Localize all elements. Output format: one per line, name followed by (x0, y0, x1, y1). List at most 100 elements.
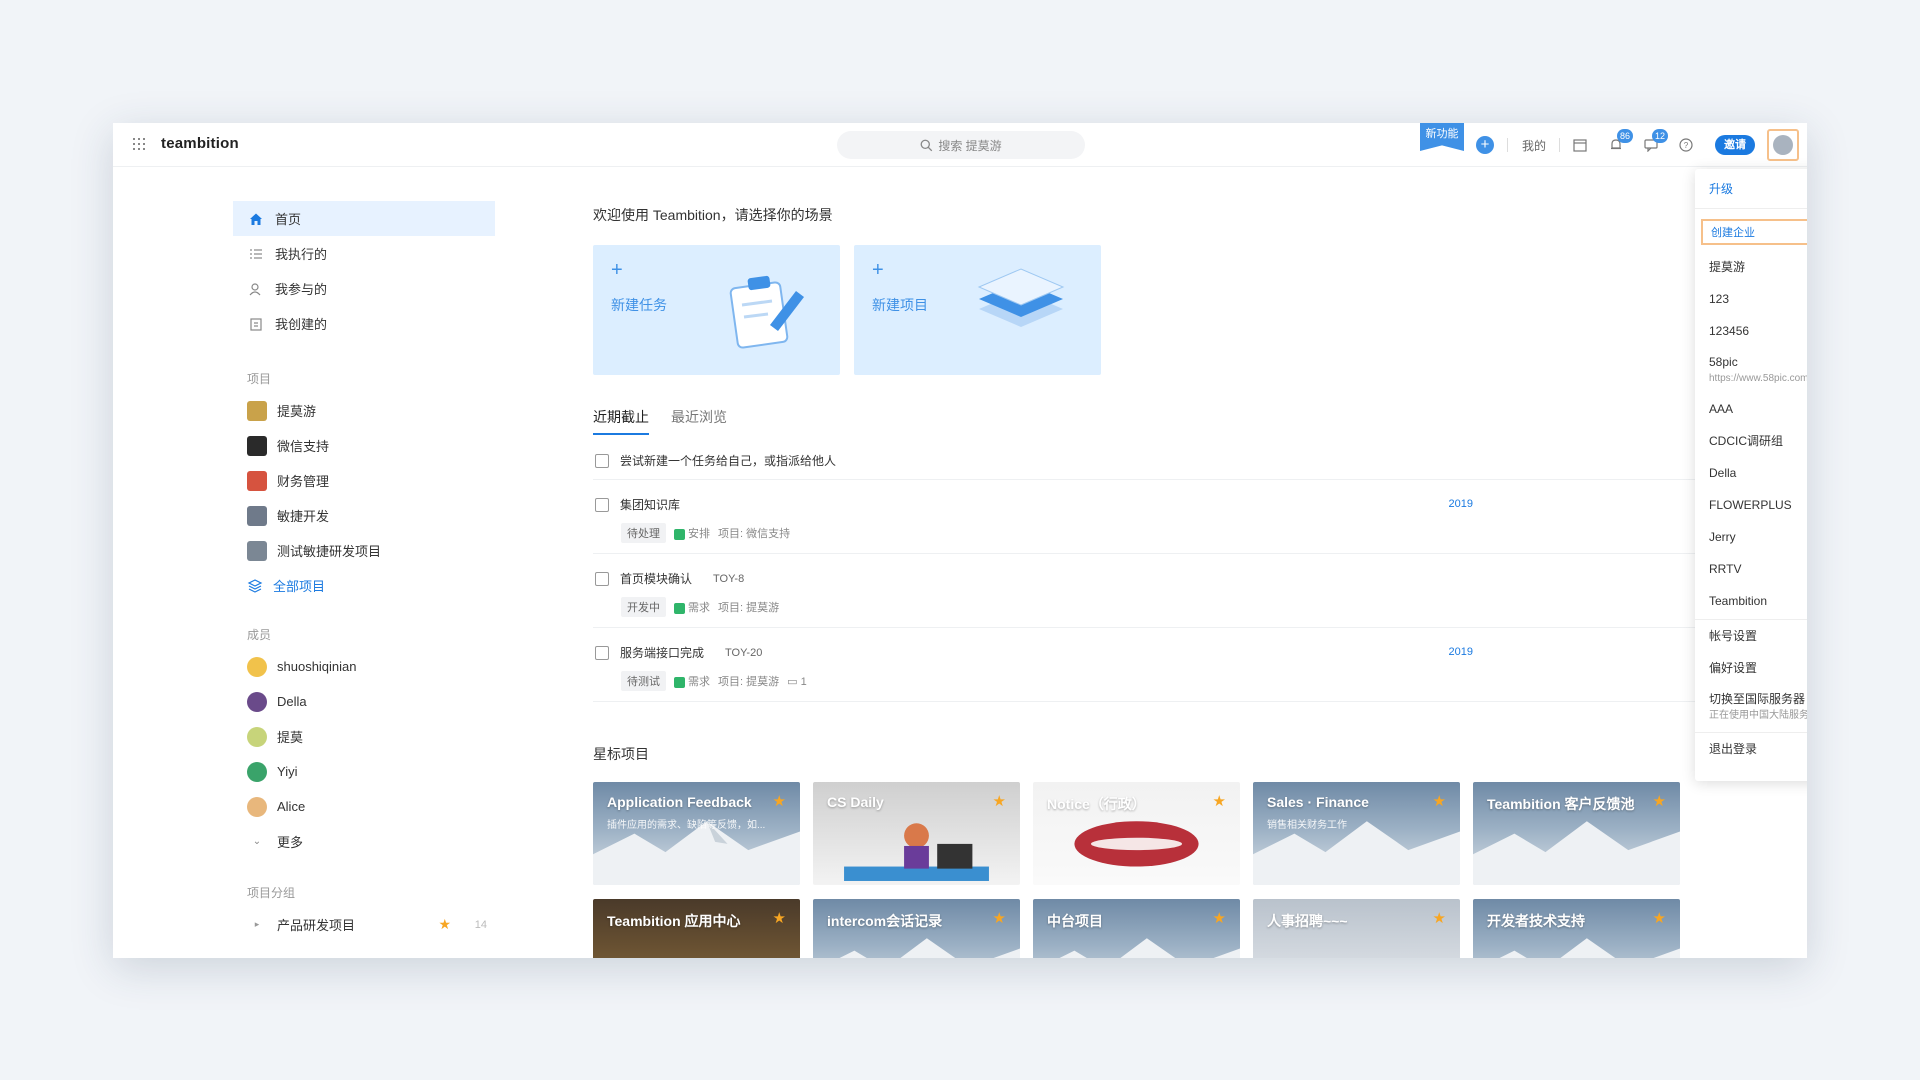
account-settings-item[interactable]: 帐号设置 (1695, 620, 1807, 652)
task-checkbox[interactable] (595, 453, 609, 468)
project-group-item[interactable]: ▸ 产品研发项目 ★ 14 (233, 907, 495, 942)
help-icon: ? (1679, 138, 1693, 152)
starred-project-card[interactable]: Teambition 客户反馈池 ★ (1473, 782, 1680, 885)
starred-project-card[interactable]: Application Feedback 插件应用的需求、缺陷等反馈，如... ★ (593, 782, 800, 885)
org-item[interactable]: 提莫游✓ (1695, 251, 1807, 283)
new-project-card[interactable]: + 新建项目 (854, 245, 1101, 375)
task-row[interactable]: 首页模块确认 TOY-8 开发中 需求 项目: 提莫游 (593, 554, 1703, 628)
sidebar-project[interactable]: 测试敏捷研发项目 (233, 533, 495, 568)
layers-icon (247, 578, 263, 593)
all-projects-link[interactable]: 全部项目 (233, 568, 495, 603)
sidebar-project[interactable]: 微信支持 (233, 428, 495, 463)
project-name: 中台项目 (1047, 913, 1103, 929)
card-label: 新建项目 (872, 297, 928, 313)
org-item[interactable]: FLOWERPLUS (1695, 489, 1807, 521)
org-label: RRTV (1709, 562, 1742, 576)
star-icon[interactable]: ★ (993, 909, 1006, 927)
org-item[interactable]: AAA (1695, 393, 1807, 425)
org-item[interactable]: Jerry (1695, 521, 1807, 553)
apps-grid-icon[interactable] (133, 138, 145, 150)
task-status: 待测试 (621, 671, 666, 691)
starred-project-card[interactable]: Teambition 应用中心 ★ (593, 899, 800, 958)
star-icon[interactable]: ★ (773, 909, 786, 927)
more-label: 更多 (277, 835, 304, 850)
star-icon[interactable]: ★ (1433, 909, 1446, 927)
nav-label: 首页 (275, 212, 302, 227)
user-avatar-button[interactable] (1767, 129, 1799, 161)
sidebar-project[interactable]: 财务管理 (233, 463, 495, 498)
task-checkbox[interactable] (595, 497, 609, 512)
star-icon[interactable]: ★ (1433, 792, 1446, 810)
star-icon[interactable]: ★ (1213, 909, 1226, 927)
project-thumbnail (247, 400, 267, 421)
project-thumbnail (247, 505, 267, 526)
new-feature-flag[interactable]: 新功能 (1420, 123, 1464, 151)
new-task-card[interactable]: + 新建任务 (593, 245, 840, 375)
mine-button[interactable]: 我的 (1522, 135, 1546, 155)
task-row[interactable]: 集团知识库 待处理 安排 项目: 微信支持 2019 (593, 480, 1703, 554)
nav-created[interactable]: 我创建的 (233, 306, 495, 341)
task-checkbox[interactable] (595, 571, 609, 586)
create-org-button[interactable]: 创建企业 (1701, 219, 1807, 245)
add-button[interactable]: + (1476, 135, 1494, 155)
task-checkbox[interactable] (595, 645, 609, 660)
star-icon[interactable]: ★ (1653, 792, 1666, 810)
org-item[interactable]: 123456 (1695, 315, 1807, 347)
more-members-toggle[interactable]: ⌄ 更多 (233, 824, 495, 859)
project-name: Sales · Finance (1267, 794, 1369, 810)
nav-my-tasks[interactable]: 我执行的 (233, 236, 495, 271)
task-tag: 安排 (674, 525, 710, 541)
member-item[interactable]: Della (233, 684, 495, 719)
starred-project-card[interactable]: 中台项目 ★ (1033, 899, 1240, 958)
avatar (247, 761, 267, 782)
notification-button[interactable]: 86 (1609, 129, 1633, 155)
logout-item[interactable]: 退出登录 (1695, 733, 1807, 765)
org-item[interactable]: CDCIC调研组 (1695, 425, 1807, 457)
nav-home[interactable]: 首页 (233, 201, 495, 236)
invite-button[interactable]: 邀请 (1715, 135, 1755, 155)
search-input[interactable]: 搜索 提莫游 (837, 131, 1085, 159)
starred-project-card[interactable]: CS Daily ★ (813, 782, 1020, 885)
starred-project-card[interactable]: Sales · Finance 销售相关财务工作 ★ (1253, 782, 1460, 885)
org-item[interactable]: Della (1695, 457, 1807, 489)
star-icon[interactable]: ★ (1213, 792, 1226, 810)
task-tag: 需求 (674, 599, 710, 615)
tab-recent[interactable]: 最近浏览 (671, 407, 727, 435)
sidebar-project[interactable]: 敏捷开发 (233, 498, 495, 533)
member-item[interactable]: Alice (233, 789, 495, 824)
sidebar-project[interactable]: 提莫游 (233, 393, 495, 428)
starred-project-card[interactable]: intercom会话记录 ★ (813, 899, 1020, 958)
task-row[interactable]: 服务端接口完成 TOY-20 待测试 需求 项目: 提莫游 ▭ 1 2019 (593, 628, 1703, 702)
svg-text:?: ? (1684, 141, 1689, 150)
brand-logo[interactable]: teambition (161, 135, 239, 152)
tag-icon (674, 528, 685, 540)
project-name: Notice（行政） (1047, 796, 1146, 812)
task-status: 开发中 (621, 597, 666, 617)
task-due-date: 2019 (1448, 646, 1473, 658)
star-icon[interactable]: ★ (1653, 909, 1666, 927)
starred-project-card[interactable]: Notice（行政） ★ (1033, 782, 1240, 885)
help-button[interactable]: ? (1679, 135, 1693, 155)
member-item[interactable]: 提莫 (233, 719, 495, 754)
project-name: CS Daily (827, 794, 884, 810)
member-item[interactable]: shuoshiqinian (233, 649, 495, 684)
org-item[interactable]: 58pic https://www.58pic.com/ (1695, 347, 1807, 393)
tab-due-soon[interactable]: 近期截止 (593, 407, 649, 435)
message-button[interactable]: 12 (1644, 129, 1668, 155)
nav-participated[interactable]: 我参与的 (233, 271, 495, 306)
starred-project-card[interactable]: 人事招聘~~~ ★ (1253, 899, 1460, 958)
task-row[interactable]: 尝试新建一个任务给自己，或指派给他人 (593, 436, 1703, 480)
org-item[interactable]: Teambition (1695, 585, 1807, 617)
member-item[interactable]: Yiyi (233, 754, 495, 789)
home-icon (250, 213, 262, 225)
starred-project-card[interactable]: 开发者技术支持 ★ (1473, 899, 1680, 958)
calendar-button[interactable] (1573, 135, 1587, 155)
star-icon[interactable]: ★ (993, 792, 1006, 810)
org-item[interactable]: 123 (1695, 283, 1807, 315)
switch-server-item[interactable]: 切换至国际服务器正在使用中国大陆服务器 (1695, 684, 1807, 730)
star-icon[interactable]: ★ (773, 792, 786, 810)
preferences-item[interactable]: 偏好设置 (1695, 652, 1807, 684)
org-item[interactable]: RRTV (1695, 553, 1807, 585)
upgrade-link[interactable]: 升级 (1695, 169, 1807, 209)
org-label: CDCIC调研组 (1709, 434, 1783, 448)
